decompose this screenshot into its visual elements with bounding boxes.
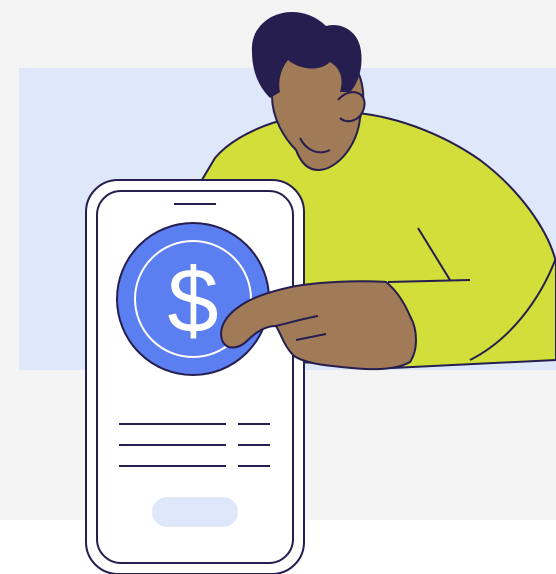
phone-pill-button <box>152 497 238 527</box>
dollar-symbol: $ <box>167 250 218 352</box>
payment-illustration: $ <box>0 0 556 574</box>
illustration-canvas: $ <box>0 0 556 574</box>
